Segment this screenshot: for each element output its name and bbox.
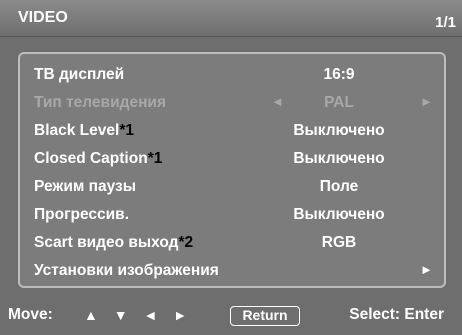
menu-item-value: Выключено: [293, 122, 385, 139]
menu-item-label: Closed Caption*1: [34, 150, 163, 167]
return-button[interactable]: Return: [230, 306, 300, 326]
arrow-right-icon: ►: [420, 262, 433, 277]
navigation-arrows-icon: ▲ ▼ ◄ ►: [84, 307, 194, 323]
menu-item-tv-display[interactable]: ТВ дисплей 16:9: [34, 62, 434, 88]
page-indicator: 1/1: [435, 14, 456, 31]
menu-item-black-level[interactable]: Black Level*1 Выключено: [34, 118, 434, 144]
menu-item-value: Выключено: [293, 150, 385, 167]
osd-screen: VIDEO 1/1 ТВ дисплей 16:9 Тип телевидени…: [0, 0, 462, 335]
menu-item-value: RGB: [321, 234, 357, 251]
menu-item-label: Тип телевидения: [34, 94, 166, 111]
select-hint-label: Select: Enter: [349, 306, 444, 323]
menu-item-picture-settings[interactable]: Установки изображения ►: [34, 258, 434, 284]
menu-item-progressive[interactable]: Прогрессив. Выключено: [34, 202, 434, 228]
settings-panel: ТВ дисплей 16:9 Тип телевидения ◄ PAL ► …: [18, 52, 446, 288]
menu-item-label: ТВ дисплей: [34, 66, 125, 83]
menu-item-value: 16:9: [323, 66, 355, 83]
menu-item-tv-type: Тип телевидения ◄ PAL ►: [34, 90, 434, 116]
arrow-right-icon: ►: [420, 94, 433, 109]
menu-title: VIDEO: [18, 9, 68, 26]
menu-item-closed-caption[interactable]: Closed Caption*1 Выключено: [34, 146, 434, 172]
menu-item-label: Прогрессив.: [34, 206, 130, 223]
footer-bar: Move: ▲ ▼ ◄ ► Return Select: Enter: [0, 300, 462, 335]
title-bar: VIDEO 1/1: [0, 0, 462, 37]
menu-item-label: Black Level*1: [34, 122, 134, 139]
menu-item-scart-output[interactable]: Scart видео выход*2 RGB: [34, 230, 434, 256]
menu-item-value: Поле: [319, 178, 359, 195]
menu-item-pause-mode[interactable]: Режим паузы Поле: [34, 174, 434, 200]
menu-item-label: Режим паузы: [34, 178, 136, 195]
menu-item-label: Scart видео выход*2: [34, 234, 194, 251]
menu-item-label: Установки изображения: [34, 262, 219, 279]
menu-item-value: Выключено: [293, 206, 385, 223]
menu-item-value: PAL: [324, 94, 354, 111]
move-hint-label: Move:: [8, 306, 53, 323]
